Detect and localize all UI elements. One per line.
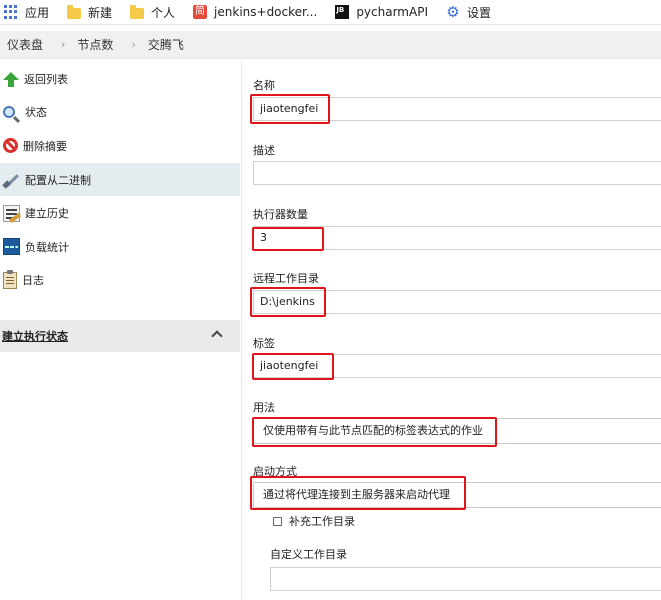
delete-icon bbox=[3, 138, 18, 154]
gear-icon: ⚙ bbox=[446, 3, 460, 21]
search-icon bbox=[3, 106, 15, 119]
sidebar-item-back-to-list[interactable]: 返回列表 bbox=[0, 62, 240, 96]
sidebar: 返回列表 状态 删除摘要 配置从二进制 建立历史 负载统计 日志 建立执行状态 bbox=[0, 62, 240, 600]
usage-label: 用法 bbox=[253, 401, 275, 414]
name-label: 名称 bbox=[253, 79, 275, 92]
breadcrumb-dashboard[interactable]: 仪表盘 bbox=[7, 36, 43, 53]
sidebar-item-log[interactable]: 日志 bbox=[0, 264, 240, 298]
bookmark-label: 设置 bbox=[466, 5, 491, 20]
usage-select[interactable]: 仅使用带有与此节点匹配的标签表达式的作业 bbox=[253, 418, 661, 444]
up-arrow-icon bbox=[3, 71, 19, 87]
breadcrumb-separator: › bbox=[131, 38, 136, 51]
breadcrumb: 仪表盘 › 节点数 › 交腾飞 bbox=[0, 31, 661, 59]
custom-workdir-label: 自定义工作目录 bbox=[270, 548, 347, 561]
workdir-checkbox-row[interactable]: 补充工作目录 bbox=[273, 513, 355, 529]
executor-status-title[interactable]: 建立执行状态 bbox=[2, 328, 68, 344]
breadcrumb-nodes[interactable]: 节点数 bbox=[77, 36, 113, 53]
sidebar-item-label: 日志 bbox=[22, 274, 44, 288]
executors-label: 执行器数量 bbox=[253, 208, 308, 221]
sidebar-item-label: 返回列表 bbox=[24, 72, 68, 86]
bookmarks-bar: 应用 新建 个人 简 jenkins+docker... JB pycharmA… bbox=[0, 0, 661, 25]
bookmark-apps[interactable]: 应用 bbox=[4, 0, 49, 25]
log-icon bbox=[3, 269, 17, 289]
sidebar-item-configure[interactable]: 配置从二进制 bbox=[0, 162, 240, 197]
launch-method-label: 启动方式 bbox=[253, 465, 297, 478]
bookmark-label: 个人 bbox=[151, 5, 176, 20]
bookmark-label: jenkins+docker... bbox=[214, 5, 318, 19]
labels-input[interactable]: jiaotengfei bbox=[253, 354, 661, 378]
jetbrains-icon: JB bbox=[335, 5, 350, 19]
launch-method-select[interactable]: 通过将代理连接到主服务器来启动代理 bbox=[253, 482, 661, 508]
executors-input[interactable]: 3 bbox=[253, 226, 661, 250]
load-stats-icon bbox=[3, 238, 20, 256]
sidebar-item-label: 建立历史 bbox=[25, 207, 69, 221]
remote-dir-input[interactable]: D:\jenkins bbox=[253, 290, 661, 314]
bookmark-folder-personal[interactable]: 个人 bbox=[130, 0, 175, 25]
breadcrumb-node-name[interactable]: 交腾飞 bbox=[148, 36, 184, 53]
executor-status-header[interactable]: 建立执行状态 bbox=[0, 320, 240, 352]
sidebar-item-label: 删除摘要 bbox=[23, 139, 67, 153]
bookmark-pycharm-api[interactable]: JB pycharmAPI bbox=[335, 0, 428, 25]
folder-icon bbox=[130, 4, 145, 19]
bookmark-folder-new[interactable]: 新建 bbox=[67, 0, 112, 25]
workdir-checkbox-label: 补充工作目录 bbox=[289, 515, 355, 528]
apps-grid-icon bbox=[4, 5, 18, 19]
folder-icon bbox=[67, 4, 82, 19]
bookmark-settings[interactable]: ⚙ 设置 bbox=[446, 0, 491, 25]
sidebar-item-build-history[interactable]: 建立历史 bbox=[0, 196, 240, 230]
sidebar-item-delete[interactable]: 删除摘要 bbox=[0, 129, 240, 163]
sidebar-item-label: 状态 bbox=[25, 106, 47, 120]
sidebar-item-label: 负载统计 bbox=[25, 240, 69, 254]
custom-workdir-input[interactable] bbox=[270, 567, 661, 591]
remote-dir-label: 远程工作目录 bbox=[253, 272, 319, 285]
sidebar-item-status[interactable]: 状态 bbox=[0, 96, 240, 130]
bookmark-jenkins-docker[interactable]: 简 jenkins+docker... bbox=[193, 0, 317, 25]
name-input[interactable]: jiaotengfei bbox=[253, 97, 661, 121]
sidebar-item-label: 配置从二进制 bbox=[25, 173, 91, 187]
labels-label: 标签 bbox=[253, 337, 275, 350]
chevron-up-icon[interactable] bbox=[211, 328, 221, 338]
description-label: 描述 bbox=[253, 144, 275, 157]
bookmark-label: 应用 bbox=[25, 5, 50, 20]
node-config-form: 名称 jiaotengfei 描述 执行器数量 3 远程工作目录 D:\jenk… bbox=[241, 62, 661, 600]
tools-icon bbox=[3, 171, 20, 188]
sidebar-item-load-statistics[interactable]: 负载统计 bbox=[0, 230, 240, 264]
jenkins-favicon-icon: 简 bbox=[193, 5, 208, 19]
bookmark-label: pycharmAPI bbox=[356, 5, 428, 19]
description-input[interactable] bbox=[253, 161, 661, 185]
history-icon bbox=[3, 204, 20, 222]
breadcrumb-separator: › bbox=[61, 38, 66, 51]
bookmark-label: 新建 bbox=[88, 5, 113, 20]
workdir-checkbox[interactable] bbox=[273, 516, 282, 526]
